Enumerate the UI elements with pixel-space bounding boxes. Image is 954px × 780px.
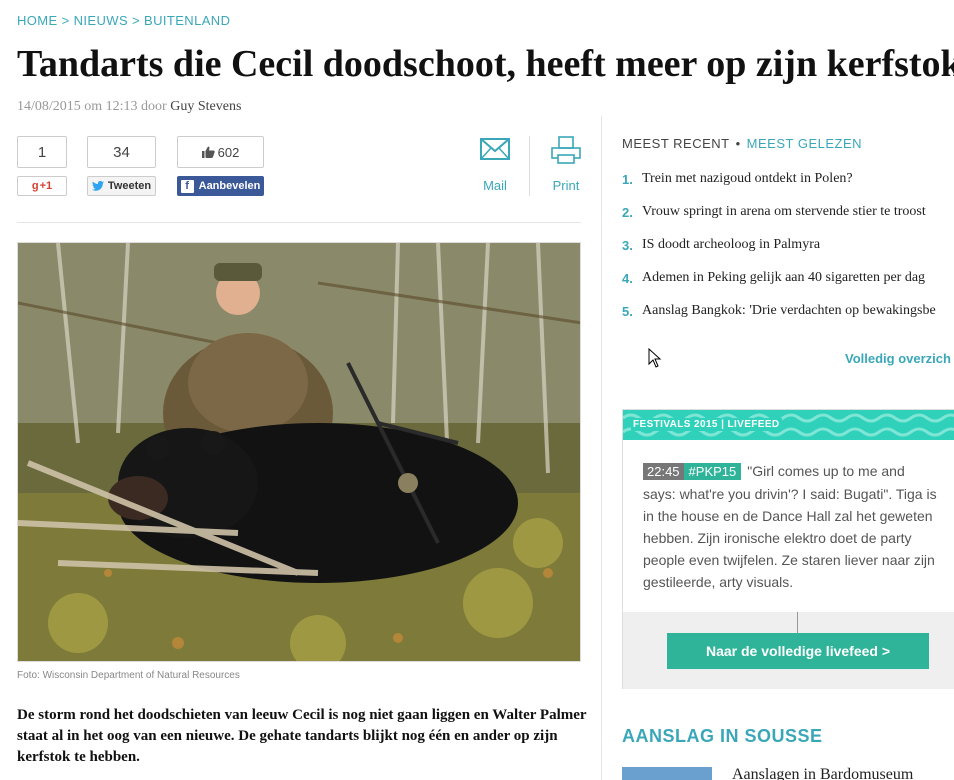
twitter-icon (91, 181, 104, 191)
sidebar-tabs: MEEST RECENT • MEEST GELEZEN (622, 136, 862, 151)
full-livefeed-button[interactable]: Naar de volledige livefeed > (667, 633, 929, 669)
list-number: 5. (622, 304, 633, 319)
post-text: "Girl comes up to me and says: what're y… (643, 463, 937, 590)
facebook-recommend-button[interactable]: f Aanbevelen (177, 176, 264, 196)
print-label: Print (552, 178, 580, 193)
divider (529, 136, 530, 196)
tab-separator: • (735, 136, 741, 151)
divider (17, 222, 581, 223)
breadcrumb-buitenland[interactable]: BUITENLAND (144, 13, 230, 28)
timeline-tick (797, 612, 798, 634)
article-lead: De storm rond het doodschieten van leeuw… (17, 707, 587, 765)
twitter-count: 34 (87, 136, 156, 168)
festival-livefeed: FESTIVALS 2015 | LIVEFEED 22:45 #PKP15 "Gi… (622, 409, 954, 689)
facebook-icon: f (180, 179, 194, 193)
article-photo (17, 242, 581, 662)
gplus-count: 1 (17, 136, 67, 168)
article-author[interactable]: Guy Stevens (170, 99, 241, 114)
breadcrumb: HOME > NIEUWS > BUITENLAND (17, 13, 230, 28)
twitter-share: 34 Tweeten (87, 136, 156, 196)
list-item[interactable]: 5. Aanslag Bangkok: 'Drie verdachten op b… (622, 303, 954, 336)
mail-label: Mail (483, 178, 507, 193)
breadcrumb-nieuws[interactable]: NIEUWS (74, 13, 128, 28)
recent-list: 1. Trein met nazigoud ontdekt in Polen? 2… (622, 171, 954, 336)
gplus-icon: g (31, 180, 39, 192)
gplus-button[interactable]: g +1 (17, 176, 67, 196)
tab-meest-gelezen[interactable]: MEEST GELEZEN (747, 136, 862, 151)
breadcrumb-separator: > (132, 13, 141, 28)
list-item[interactable]: 2. Vrouw springt in arena om stervende st… (622, 204, 954, 237)
mail-button[interactable]: Mail (470, 138, 520, 193)
list-title: Vrouw springt in arena om stervende stie… (642, 204, 926, 219)
festival-post: 22:45 #PKP15 "Girl comes up to me and says… (623, 440, 954, 612)
list-item[interactable]: 3. IS doodt archeoloog in Palmyra (622, 237, 954, 270)
list-item[interactable]: 1. Trein met nazigoud ontdekt in Polen? (622, 171, 954, 204)
list-number: 4. (622, 271, 633, 286)
article-date: 14/08/2015 om 12:13 door (17, 99, 167, 114)
breadcrumb-home[interactable]: HOME (17, 13, 58, 28)
article-thumbnail[interactable] (622, 767, 712, 780)
festival-footer: Naar de volledige livefeed > (623, 612, 954, 689)
tweet-label: Tweeten (107, 180, 152, 192)
list-number: 2. (622, 205, 633, 220)
post-hashtag[interactable]: #PKP15 (683, 463, 742, 480)
thumbs-up-icon (201, 146, 215, 158)
festival-header: FESTIVALS 2015 | LIVEFEED (623, 410, 954, 440)
list-title: Aanslag Bangkok: 'Drie verdachten op bew… (642, 303, 936, 318)
column-divider (601, 116, 602, 780)
post-time: 22:45 (643, 463, 684, 480)
printer-icon (551, 136, 581, 164)
list-title: IS doodt archeoloog in Palmyra (642, 237, 821, 252)
photo-caption: Foto: Wisconsin Department of Natural Re… (17, 670, 240, 681)
byline: 14/08/2015 om 12:13 door Guy Stevens (17, 99, 241, 115)
tab-meest-recent[interactable]: MEEST RECENT (622, 136, 730, 151)
facebook-share: 602 f Aanbevelen (177, 136, 264, 196)
list-number: 1. (622, 172, 633, 187)
hunting-photo-image (18, 243, 580, 661)
list-title: Trein met nazigoud ontdekt in Polen? (642, 171, 853, 186)
facebook-count: 602 (177, 136, 264, 168)
breadcrumb-separator: > (61, 13, 70, 28)
article-title: Tandarts die Cecil doodschoot, heeft mee… (17, 43, 954, 85)
gplus-label: +1 (39, 180, 53, 192)
mouse-cursor-icon (648, 348, 662, 368)
section-heading[interactable]: AANSLAG IN SOUSSE (622, 726, 823, 747)
tweet-button[interactable]: Tweeten (87, 176, 156, 196)
print-button[interactable]: Print (541, 136, 591, 193)
list-item[interactable]: 4. Ademen in Peking gelijk aan 40 sigaret… (622, 270, 954, 303)
festival-label: FESTIVALS 2015 | LIVEFEED (631, 418, 782, 431)
gplus-share: 1 g +1 (17, 136, 67, 196)
facebook-count-value: 602 (217, 144, 240, 160)
article-link[interactable]: Aanslagen in Bardomuseum (732, 766, 913, 780)
mail-icon (480, 138, 510, 160)
list-title: Ademen in Peking gelijk aan 40 sigarette… (642, 270, 926, 285)
list-number: 3. (622, 238, 633, 253)
full-overview-link[interactable]: Volledig overzich (845, 351, 951, 366)
facebook-label: Aanbevelen (198, 180, 261, 192)
